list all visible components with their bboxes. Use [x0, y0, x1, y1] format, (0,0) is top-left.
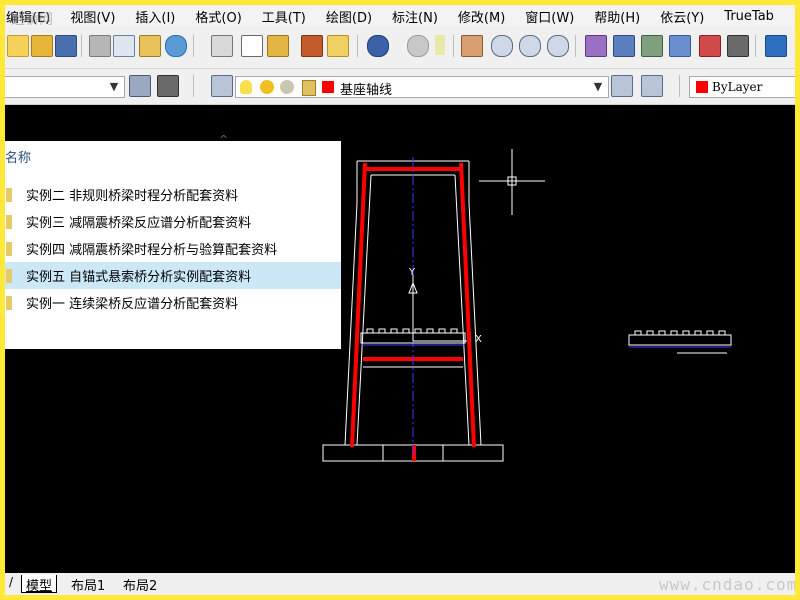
list-item-label: 实例三 减隔震桥梁反应谱分析配套资料 [26, 216, 252, 231]
layer-combo[interactable]: 基座轴线 ▼ [235, 76, 609, 98]
zoom-previous-icon[interactable] [547, 35, 569, 57]
toolbar-separator [81, 35, 82, 57]
menu-draw[interactable]: 绘图(D) [325, 7, 373, 26]
design-center-icon[interactable] [613, 35, 635, 57]
publish-icon[interactable] [139, 35, 161, 57]
color-value: ByLayer [712, 80, 763, 94]
list-item[interactable]: 实例二 非规则桥梁时程分析配套资料 [5, 181, 341, 208]
workspace-combo[interactable]: ▼ [5, 76, 125, 98]
make-layer-current-icon[interactable] [611, 75, 633, 97]
match-properties-icon[interactable] [301, 35, 323, 57]
list-item-label: 实例五 自锚式悬索桥分析实例配套资料 [26, 270, 252, 285]
tool-palettes-icon[interactable] [641, 35, 663, 57]
redo-dropdown-icon[interactable] [435, 35, 445, 55]
cad-window: 编辑(E) 视图(V) 插入(I) 格式(O) 工具(T) 绘图(D) 标注(N… [5, 5, 795, 595]
cut-icon[interactable] [211, 35, 233, 57]
list-item-selected[interactable]: 实例五 自锚式悬索桥分析实例配套资料 [5, 262, 341, 289]
web-icon[interactable] [165, 35, 187, 57]
site-watermark: www.cndao.com [659, 575, 798, 594]
undo-icon[interactable] [367, 35, 389, 57]
file-list-panel: ^ 名称 实例二 非规则桥梁时程分析配套资料 实例三 减隔震桥梁反应谱分析配套资… [5, 133, 341, 349]
open-folder-icon[interactable] [31, 35, 53, 57]
menu-tools[interactable]: 工具(T) [261, 7, 307, 26]
window-frame: 编辑(E) 视图(V) 插入(I) 格式(O) 工具(T) 绘图(D) 标注(N… [0, 0, 800, 600]
pan-icon[interactable] [461, 35, 483, 57]
tab-scroll-icon[interactable]: / [9, 575, 13, 589]
chevron-down-icon[interactable]: ▼ [106, 79, 122, 95]
zoom-realtime-icon[interactable] [491, 35, 513, 57]
workspace-lock-icon[interactable] [157, 75, 179, 97]
new-file-icon[interactable] [7, 35, 29, 57]
toolbar-separator [755, 35, 756, 57]
girder-section-copy [628, 330, 732, 354]
chevron-down-icon[interactable]: ▼ [590, 79, 606, 95]
layer-previous-icon[interactable] [641, 75, 663, 97]
toolbar-separator [193, 75, 194, 97]
toolbar-separator [453, 35, 454, 57]
toolbar-separator [575, 35, 576, 57]
standard-toolbar [5, 27, 795, 69]
folder-icon [6, 214, 12, 229]
zoom-window-icon[interactable] [519, 35, 541, 57]
folder-icon [6, 268, 12, 283]
workspace-settings-icon[interactable] [129, 75, 151, 97]
undo-dropdown-icon[interactable] [391, 35, 401, 55]
layer-viewport-icon[interactable] [280, 80, 294, 94]
layer-color-swatch [322, 81, 334, 93]
color-combo[interactable]: ByLayer [689, 76, 795, 98]
ghost-watermark-text: 逍桥网 [11, 12, 53, 28]
ucs-x-label: X [475, 334, 482, 345]
folder-icon [6, 187, 12, 202]
folder-icon [6, 241, 12, 256]
copy-icon[interactable] [241, 35, 263, 57]
calculator-icon[interactable] [727, 35, 749, 57]
plot-preview-icon[interactable] [113, 35, 135, 57]
menu-format[interactable]: 格式(O) [194, 7, 242, 26]
menu-yiyun[interactable]: 依云(Y) [659, 7, 705, 26]
menu-help[interactable]: 帮助(H) [593, 7, 641, 26]
color-swatch [696, 81, 708, 93]
menu-bar: 编辑(E) 视图(V) 插入(I) 格式(O) 工具(T) 绘图(D) 标注(N… [5, 5, 795, 28]
block-editor-icon[interactable] [327, 35, 349, 57]
ucs-y-label: Y [408, 267, 416, 278]
help-icon[interactable] [765, 35, 787, 57]
toolbar-separator [679, 75, 680, 97]
properties-icon[interactable] [585, 35, 607, 57]
list-item-label: 实例二 非规则桥梁时程分析配套资料 [26, 189, 239, 204]
sheet-set-icon[interactable] [669, 35, 691, 57]
menu-view[interactable]: 视图(V) [69, 7, 116, 26]
layers-toolbar: ▼ 基座轴线 ▼ ByLayer [5, 69, 795, 105]
tab-layout2[interactable]: 布局2 [119, 575, 161, 594]
list-item-label: 实例一 连续梁桥反应谱分析配套资料 [26, 297, 239, 312]
list-item-label: 实例四 减隔震桥梁时程分析与验算配套资料 [26, 243, 278, 258]
folder-icon [6, 295, 12, 310]
layer-manager-icon[interactable] [211, 75, 233, 97]
toolbar-separator [357, 35, 358, 57]
layer-unlock-icon[interactable] [302, 80, 316, 96]
close-icon[interactable]: ^ [219, 133, 228, 146]
toolbar-separator [193, 35, 194, 57]
list-item[interactable]: 实例一 连续梁桥反应谱分析配套资料 [5, 289, 341, 316]
markup-icon[interactable] [699, 35, 721, 57]
redo-icon[interactable] [407, 35, 429, 57]
layer-on-bulb-icon[interactable] [240, 80, 252, 94]
tab-layout1[interactable]: 布局1 [67, 575, 109, 594]
list-item[interactable]: 实例四 减隔震桥梁时程分析与验算配套资料 [5, 235, 341, 262]
save-icon[interactable] [55, 35, 77, 57]
tab-model[interactable]: 模型 [21, 575, 58, 594]
menu-modify[interactable]: 修改(M) [457, 7, 506, 26]
list-item[interactable]: 实例三 减隔震桥梁反应谱分析配套资料 [5, 208, 341, 235]
print-icon[interactable] [89, 35, 111, 57]
menu-dimension[interactable]: 标注(N) [391, 7, 439, 26]
layer-thaw-sun-icon[interactable] [260, 80, 274, 94]
menu-truetable[interactable]: TrueTab [723, 9, 775, 24]
menu-insert[interactable]: 插入(I) [134, 7, 176, 26]
crosshair-cursor [479, 149, 545, 215]
menu-window[interactable]: 窗口(W) [524, 7, 575, 26]
column-header-name[interactable]: 名称 [5, 147, 31, 166]
ucs-y-axis [408, 157, 418, 455]
current-layer-name: 基座轴线 [340, 83, 393, 98]
paste-icon[interactable] [267, 35, 289, 57]
